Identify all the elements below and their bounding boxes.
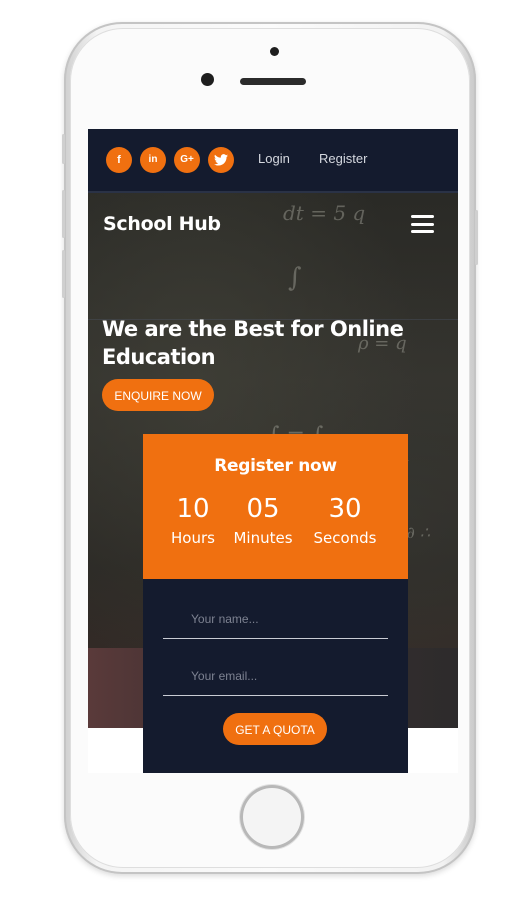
brand-logo-text[interactable]: School Hub [103,213,221,235]
phone-camera [201,73,214,86]
phone-volume-down [62,250,65,298]
hamburger-line [411,230,434,233]
phone-speaker [240,78,306,85]
countdown-minutes-label: Minutes [233,529,293,547]
hamburger-menu-icon[interactable] [411,215,434,233]
countdown-hours-value: 10 [176,494,210,524]
phone-sensor [270,47,279,56]
countdown-hours-label: Hours [171,529,215,547]
hero-headline: We are the Best for Online Education [102,317,404,369]
hamburger-line [411,215,434,218]
countdown-seconds-label: Seconds [313,529,377,547]
google-plus-icon[interactable]: G+ [174,147,200,173]
phone-screen: dt = 5 q ∫ ρ = q ∫ = ∫ Γρ χ = ∂ ∴ f in G… [88,129,458,773]
register-link[interactable]: Register [319,151,367,166]
get-a-quota-button[interactable]: GET A QUOTA [223,713,327,745]
phone-home-button[interactable] [240,785,304,849]
register-form: GET A QUOTA [143,579,408,773]
twitter-icon[interactable] [208,147,234,173]
twitter-bird-glyph [214,154,228,166]
linkedin-icon[interactable]: in [140,147,166,173]
top-bar: f in G+ Login Register [88,129,458,193]
phone-mute-switch [62,134,65,164]
countdown-minutes-value: 05 [246,494,280,524]
enquire-now-button[interactable]: ENQUIRE NOW [102,379,214,411]
facebook-icon[interactable]: f [106,147,132,173]
name-input[interactable] [163,599,388,639]
chalk-decoration: dt = 5 q [283,201,366,225]
email-input[interactable] [163,656,388,696]
countdown-seconds-value: 30 [328,494,362,524]
hamburger-line [411,222,434,226]
page-content-below-hero [408,728,458,773]
phone-volume-up [62,190,65,238]
phone-power-button [475,210,478,265]
register-card-header: Register now 10 Hours 05 Minutes 30 Seco… [143,434,408,579]
login-link[interactable]: Login [258,151,290,166]
chalk-decoration: ∫ [288,263,302,293]
register-card-title: Register now [214,456,337,476]
page-content-below-hero [88,728,143,773]
